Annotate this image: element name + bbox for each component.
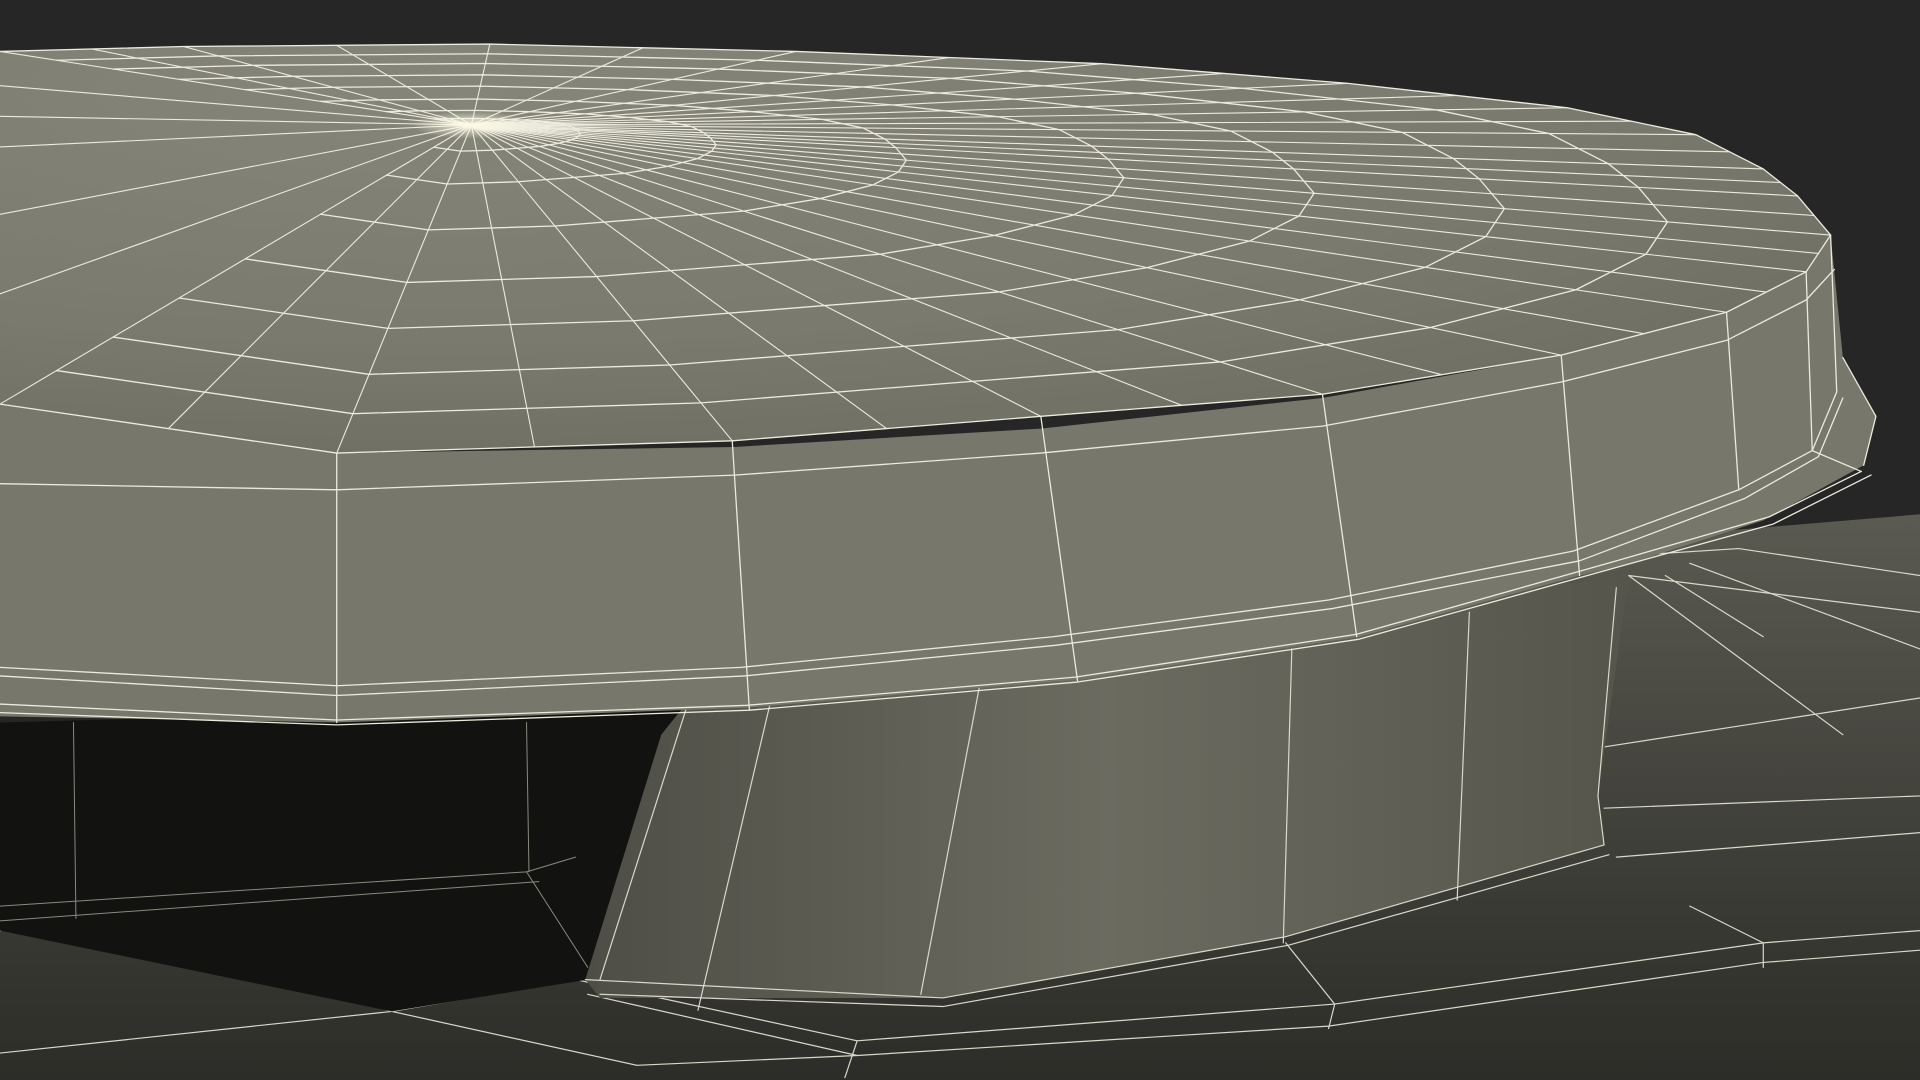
render-viewport: [0, 0, 1920, 1080]
wireframe-model: [0, 43, 1920, 1080]
